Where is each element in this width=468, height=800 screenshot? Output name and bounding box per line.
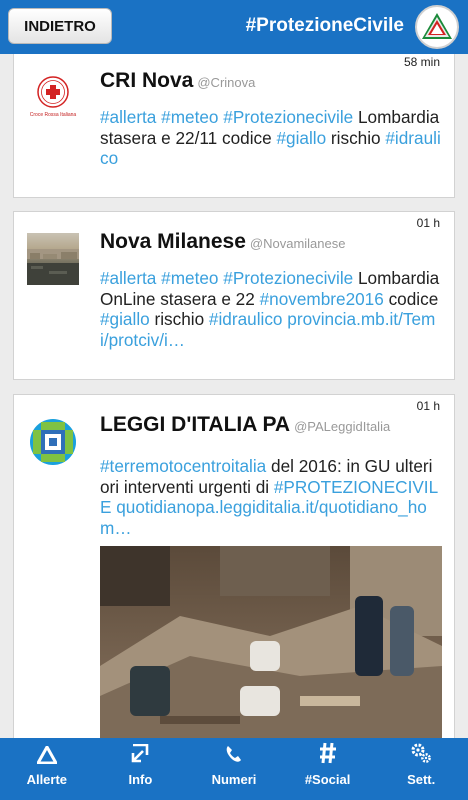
hashtag-link[interactable]: #giallo xyxy=(276,128,326,148)
tab-label: Numeri xyxy=(211,772,257,787)
back-button[interactable]: INDIETRO xyxy=(8,8,112,44)
tab-numeri[interactable]: Numeri xyxy=(187,738,281,800)
post-author[interactable]: LEGGI D'ITALIA PA @PALeggidItalia xyxy=(100,413,390,437)
tab-social[interactable]: #Social xyxy=(281,738,375,800)
post-text-segment: rischio xyxy=(326,127,386,148)
post-time: 58 min xyxy=(403,55,440,69)
hashtag-link[interactable]: #idraulico xyxy=(209,309,283,329)
url-link[interactable]: quotidianopa.leggiditalia.it/quotidiano_… xyxy=(100,497,427,538)
author-name: Nova Milanese xyxy=(100,230,246,253)
post-text: #terremotocentroitalia del 2016: in GU u… xyxy=(100,456,442,538)
bottom-tab-bar: Allerte Info Numeri #Social Sett. xyxy=(0,738,468,800)
tab-settings[interactable]: Sett. xyxy=(374,738,468,800)
post-card[interactable]: 01 h LEGGI D'ITALIA PA @PALeggidItalia #t… xyxy=(13,394,455,738)
tab-info[interactable]: Info xyxy=(94,738,188,800)
avatar[interactable] xyxy=(27,233,79,285)
post-card[interactable]: 01 h Nova Milanese @Novamilanese #allerta… xyxy=(13,211,455,380)
hashtag-link[interactable]: #terremotocentroitalia xyxy=(100,456,266,476)
author-handle: @Crinova xyxy=(197,75,256,90)
author-handle: @Novamilanese xyxy=(249,236,346,251)
post-text: #allerta #meteo #Protezionecivile Lombar… xyxy=(100,107,442,169)
post-image[interactable] xyxy=(100,546,442,738)
app-header: INDIETRO #ProtezioneCivile xyxy=(0,0,468,54)
page-title: #ProtezioneCivile xyxy=(245,15,404,36)
post-text-segment: rischio xyxy=(149,309,209,329)
hashtag-link[interactable]: #allerta xyxy=(100,268,156,288)
hashtag-link[interactable]: #novembre2016 xyxy=(260,289,384,309)
post-time: 01 h xyxy=(416,399,440,413)
tab-label: Info xyxy=(128,772,153,787)
tab-label: #Social xyxy=(304,772,351,787)
hashtag-link[interactable]: #Protezionecivile xyxy=(223,268,353,288)
tab-allerte[interactable]: Allerte xyxy=(0,738,94,800)
post-author[interactable]: Nova Milanese @Novamilanese xyxy=(100,230,345,254)
protezione-civile-logo[interactable] xyxy=(415,5,459,49)
post-time: 01 h xyxy=(416,216,440,230)
avatar-caption: Croce Rossa Italiana xyxy=(29,112,77,118)
post-text: #allerta #meteo #Protezionecivile Lombar… xyxy=(100,268,442,350)
post-card[interactable]: 58 min Croce Rossa Italiana CRI Nova @Cri… xyxy=(13,54,455,198)
hashtag-link[interactable]: #Protezionecivile xyxy=(223,107,353,127)
hashtag-link[interactable]: #meteo xyxy=(161,107,218,127)
tab-label: Sett. xyxy=(407,772,436,787)
author-name: CRI Nova xyxy=(100,69,194,92)
hashtag-link[interactable]: #meteo xyxy=(161,268,218,288)
avatar[interactable]: Croce Rossa Italiana xyxy=(27,72,79,124)
phone-icon xyxy=(224,744,244,769)
social-feed[interactable]: 58 min Croce Rossa Italiana CRI Nova @Cri… xyxy=(0,54,468,738)
warning-triangle-icon xyxy=(36,745,58,769)
avatar[interactable] xyxy=(27,416,79,468)
gears-icon xyxy=(410,742,432,769)
hashtag-link[interactable]: #giallo xyxy=(100,309,150,329)
author-handle: @PALeggidItalia xyxy=(294,419,391,434)
post-text-segment: codice xyxy=(383,288,439,309)
author-name: LEGGI D'ITALIA PA xyxy=(100,413,291,436)
post-author[interactable]: CRI Nova @Crinova xyxy=(100,69,255,93)
tab-label: Allerte xyxy=(26,772,68,787)
download-arrow-icon xyxy=(130,743,150,769)
hashtag-link[interactable]: #allerta xyxy=(100,107,156,127)
hashtag-icon xyxy=(319,742,337,769)
